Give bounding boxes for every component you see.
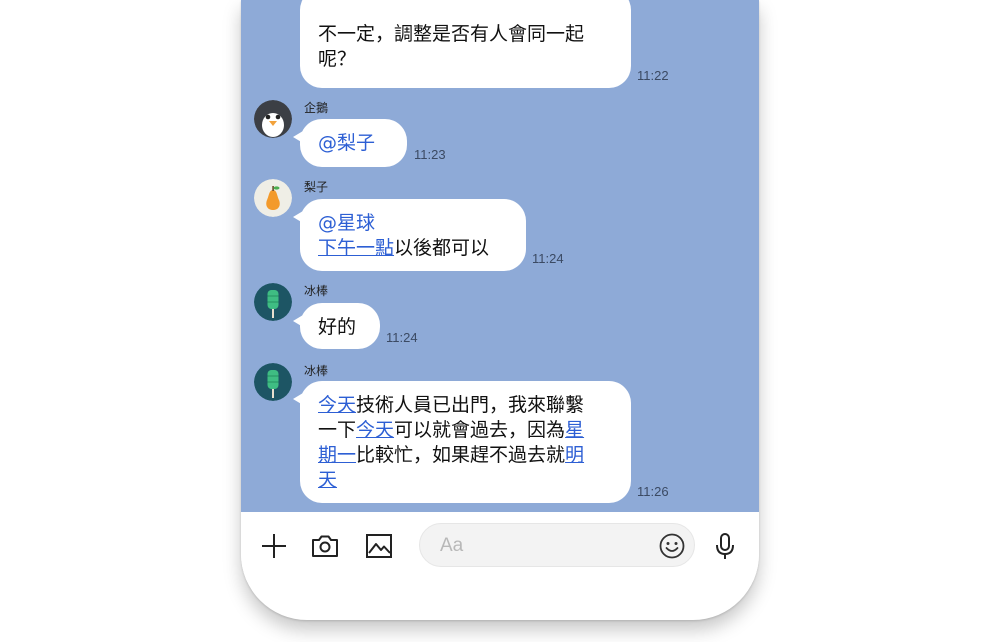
camera-icon[interactable]	[309, 530, 341, 562]
date-link[interactable]: 下午一點	[318, 237, 394, 259]
mention-tag[interactable]: @星球	[318, 212, 375, 234]
message-text: 可以就會過去，因為	[394, 419, 566, 441]
popsicle-avatar[interactable]	[254, 283, 292, 321]
phone-frame: 不一定，調整是否有人會同一起 呢？ 11:22 企鵝 @梨子 11:23 梨子 …	[241, 0, 759, 620]
message-text: 好的	[318, 316, 357, 338]
message-bubble[interactable]: @星球 下午一點以後都可以	[293, 199, 526, 271]
sender-name: 梨子	[304, 180, 329, 194]
date-link[interactable]: 期一	[318, 444, 356, 466]
sender-name: 企鵝	[304, 101, 329, 115]
chat-area[interactable]: 不一定，調整是否有人會同一起 呢？ 11:22 企鵝 @梨子 11:23 梨子 …	[241, 0, 759, 512]
date-link[interactable]: 今天	[356, 419, 394, 441]
image-icon[interactable]	[363, 530, 395, 562]
message-time: 11:22	[637, 68, 669, 83]
sender-name: 冰棒	[304, 364, 329, 378]
message-bubble[interactable]: 好的	[293, 303, 380, 349]
message-text: 以後都可以	[394, 237, 490, 259]
plus-icon[interactable]	[258, 530, 290, 562]
message-bubble[interactable]: 今天技術人員已出門，我來聯繫 一下今天可以就會過去，因為星 期一比較忙，如果趕不…	[293, 381, 631, 503]
message-bubble[interactable]: 不一定，調整是否有人會同一起 呢？	[300, 0, 631, 88]
message-text: 一下	[318, 419, 357, 441]
message-input[interactable]: Aa	[419, 523, 695, 567]
message-text: 比較忙，如果趕不過去就	[356, 444, 566, 466]
message-bubble[interactable]: @梨子	[293, 119, 407, 167]
message-time: 11:24	[386, 330, 418, 345]
date-link[interactable]: 明	[565, 444, 584, 466]
message-time: 11:24	[532, 251, 564, 266]
microphone-icon[interactable]	[709, 530, 741, 562]
date-link[interactable]: 今天	[318, 394, 356, 416]
message-input-placeholder: Aa	[440, 535, 464, 556]
message-time: 11:26	[637, 484, 669, 499]
pear-avatar[interactable]	[254, 179, 292, 217]
message-text: 技術人員已出門，我來聯繫	[356, 394, 585, 416]
date-link[interactable]: 天	[318, 469, 337, 491]
message-input-bar: Aa	[241, 512, 759, 582]
message-text: 呢？	[318, 48, 357, 70]
penguin-avatar[interactable]	[254, 100, 292, 138]
emoji-icon[interactable]	[658, 532, 686, 560]
popsicle-avatar[interactable]	[254, 363, 292, 401]
mention-tag[interactable]: @梨子	[318, 132, 375, 154]
date-link[interactable]: 星	[565, 419, 584, 441]
message-text: 不一定，調整是否有人會同一起	[318, 23, 585, 45]
sender-name: 冰棒	[304, 284, 329, 298]
message-time: 11:23	[414, 147, 446, 162]
